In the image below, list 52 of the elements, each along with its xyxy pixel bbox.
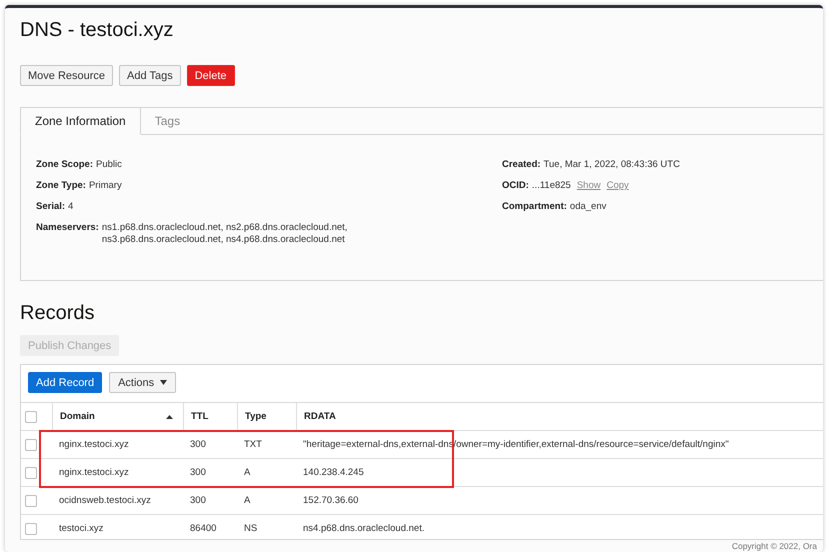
table-cell-text: TXT (243, 438, 263, 452)
table-cell-text: nginx.testoci.xyz (58, 466, 130, 480)
field-value: Primary (88, 180, 122, 192)
table-cell-text: NS (243, 522, 258, 536)
column-header[interactable]: Type (237, 403, 296, 430)
table-cell-text: A (243, 466, 252, 480)
checkbox[interactable] (25, 438, 37, 450)
field-label: OCID: (502, 180, 529, 192)
checkbox[interactable] (25, 466, 37, 478)
table-cell-text: ns4.p68.dns.oraclecloud.net. (302, 522, 426, 536)
table-cell-text: 152.70.36.60 (302, 494, 360, 508)
table-cell-text: 300 (189, 494, 207, 508)
column-header[interactable]: RDATA (296, 403, 823, 430)
table-cell-text: nginx.testoci.xyz (58, 438, 130, 452)
caret-icon (160, 380, 168, 385)
checkbox[interactable] (25, 410, 37, 422)
checkbox[interactable] (25, 494, 37, 506)
table-cell-text: 300 (189, 438, 207, 452)
field-value: ns1.p68.dns.oraclecloud.net, ns2.p68.dns.oraclecloud.net, ns3.p68.dns.oraclecloud.net, ns4.p68.dns.oraclecloud.net (102, 222, 348, 246)
table-cell-text: A (243, 494, 252, 508)
field-value: oda_env (570, 201, 606, 213)
table-cell-text: testoci.xyz (58, 522, 104, 536)
page-title: DNS - testoci.xyz (20, 18, 174, 42)
field-value: Tue, Mar 1, 2022, 08:43:36 UTC (544, 159, 680, 171)
field-value: 4 (68, 201, 74, 213)
section-title: Records (20, 301, 96, 325)
tab[interactable]: Zone Information (20, 107, 141, 135)
field-label: Zone Type: (36, 180, 86, 192)
header-label: Type (245, 411, 266, 422)
column-header[interactable]: TTL (183, 403, 237, 430)
actions-dropdown[interactable]: Actions (109, 372, 176, 393)
field-value: ...11e825 (532, 180, 571, 192)
field-value: Public (96, 159, 122, 171)
action-button[interactable]: Move Resource (20, 65, 114, 86)
table-cell-text: 86400 (189, 522, 218, 536)
field-label: Compartment: (502, 201, 567, 213)
field-label: Serial: (36, 201, 66, 213)
table-cell-text: 140.238.4.245 (302, 466, 365, 480)
field-label: Nameservers: (36, 222, 99, 235)
table-cell-text: 300 (189, 466, 207, 480)
copyright-text: Copyright © 2022, Ora (732, 541, 817, 552)
delete-button[interactable]: Delete (186, 65, 235, 86)
add-record-button[interactable]: Add Record (28, 372, 102, 393)
action-button[interactable]: Add Tags (119, 65, 181, 86)
header-label: RDATA (304, 411, 336, 422)
field-label: Created: (502, 159, 541, 171)
table-cell-text: ocidnsweb.testoci.xyz (58, 494, 152, 508)
column-header[interactable]: Domain (52, 403, 183, 430)
header-label: TTL (191, 411, 208, 422)
header-label: Domain (60, 411, 95, 422)
field-label: Zone Scope: (36, 159, 94, 171)
checkbox[interactable] (25, 522, 37, 534)
